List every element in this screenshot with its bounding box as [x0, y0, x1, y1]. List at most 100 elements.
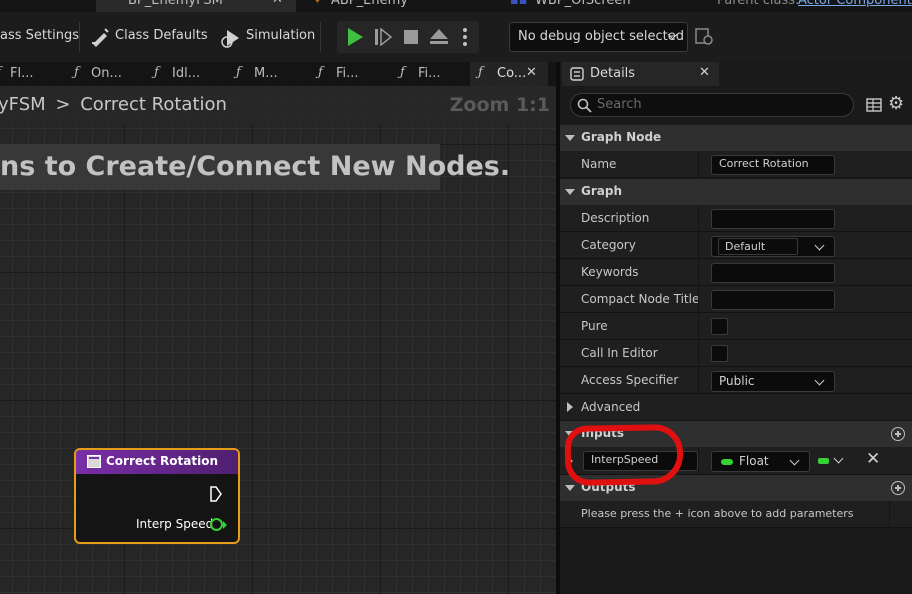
call-in-editor-label: Call In Editor: [581, 346, 658, 360]
class-settings-button[interactable]: ass Settings: [0, 28, 79, 43]
description-field[interactable]: [711, 209, 835, 229]
section-title: Graph Node: [581, 130, 662, 144]
graph-hint-banner: ns to Create/Connect New Nodes.: [0, 144, 510, 190]
row-outputs-hint: Please press the + icon above to add par…: [560, 501, 912, 528]
function-icon: ƒ: [154, 65, 159, 80]
row-name: Name Correct Rotation: [560, 151, 912, 178]
column-divider: [698, 447, 699, 474]
graph-tab[interactable]: ƒ M...: [232, 62, 304, 86]
function-icon: ƒ: [0, 65, 1, 80]
close-icon[interactable]: ✕: [526, 65, 537, 80]
search-input[interactable]: Search: [570, 93, 854, 117]
category-combo[interactable]: Default: [711, 236, 835, 257]
widget-blueprint-icon: ▪▪: [510, 0, 528, 8]
graph-tab[interactable]: ƒ Fl...: [0, 62, 60, 86]
remove-param-icon[interactable]: ✕: [866, 449, 880, 469]
row-compact-node-title: Compact Node Title: [560, 286, 912, 313]
parent-class-label: Parent class:: [717, 0, 800, 8]
float-type-icon: [721, 459, 733, 465]
call-in-editor-checkbox[interactable]: [711, 345, 728, 362]
graph-tab[interactable]: ƒ On...: [70, 62, 140, 86]
outputs-hint-text: Please press the + icon above to add par…: [581, 507, 854, 520]
column-divider: [889, 501, 890, 528]
chevron-down-icon: [814, 375, 825, 386]
pin-label: Interp Speed: [136, 517, 214, 531]
play-icon[interactable]: [345, 27, 365, 47]
function-icon: ƒ: [74, 65, 79, 80]
access-specifier-select[interactable]: Public: [711, 371, 835, 392]
row-description: Description: [560, 205, 912, 232]
close-icon[interactable]: ✕: [699, 65, 710, 80]
node-header: Correct Rotation: [76, 450, 238, 474]
zoom-label: Zoom 1:1: [449, 94, 550, 116]
collapse-arrow-icon: [565, 135, 575, 141]
graph-tab-label: Co...: [497, 66, 527, 81]
add-input-icon[interactable]: [891, 427, 905, 441]
tab-wbp-ofscreen[interactable]: WBP_OfScreen: [535, 0, 631, 8]
float-pin-icon[interactable]: [210, 518, 223, 531]
graph-tab-label: Fi...: [336, 66, 359, 81]
function-icon: ƒ: [478, 65, 483, 80]
breadcrumb-parent[interactable]: yFSM: [0, 94, 46, 115]
row-call-in-editor: Call In Editor: [560, 340, 912, 367]
graph-tab[interactable]: ƒ Fi...: [396, 62, 468, 86]
close-icon[interactable]: ✕: [272, 0, 283, 7]
node-title: Correct Rotation: [106, 454, 219, 468]
graph-tab-label: Fl...: [10, 66, 34, 81]
step-icon[interactable]: [374, 28, 392, 46]
graph-tab-correct-rotation[interactable]: ƒ Co... ✕: [470, 62, 548, 86]
category-value[interactable]: Default: [718, 238, 798, 255]
name-field[interactable]: Correct Rotation: [711, 155, 835, 175]
row-pure: Pure: [560, 313, 912, 340]
more-options-icon[interactable]: [462, 27, 468, 47]
compact-node-title-label: Compact Node Title: [581, 292, 700, 306]
graph-tab[interactable]: ƒ Fi...: [314, 62, 386, 86]
simulation-button[interactable]: Simulation: [246, 28, 315, 43]
add-output-icon[interactable]: [891, 481, 905, 495]
pin-arrow-icon: [223, 521, 227, 529]
description-label: Description: [581, 211, 650, 225]
breadcrumb-separator-icon: >: [55, 94, 71, 115]
chevron-down-icon[interactable]: [833, 453, 844, 464]
exec-pin-icon[interactable]: [210, 486, 222, 502]
graph-tab[interactable]: ƒ Idl...: [150, 62, 222, 86]
graph-editor[interactable]: yFSM > Correct Rotation Zoom 1:1 ns to C…: [0, 86, 556, 594]
keywords-label: Keywords: [581, 265, 639, 279]
stop-icon[interactable]: [403, 29, 419, 45]
details-tab[interactable]: Details ✕: [562, 62, 719, 86]
container-type-icon[interactable]: [818, 458, 829, 464]
column-divider: [698, 232, 699, 259]
document-tab-strip: BP_EnemyFSM* ✕ ✦ ABP_Enemy ▪▪ WBP_OfScre…: [0, 0, 912, 12]
pin-type-value: Float: [739, 454, 769, 468]
graph-tab-label: M...: [254, 66, 278, 81]
row-advanced[interactable]: Advanced: [560, 394, 912, 421]
class-defaults-icon: [92, 28, 109, 47]
section-graph[interactable]: Graph: [560, 179, 912, 205]
pure-checkbox[interactable]: [711, 318, 728, 335]
annotation-circle: [564, 423, 684, 487]
breadcrumb: yFSM > Correct Rotation: [0, 94, 227, 115]
settings-gear-icon[interactable]: ⚙: [888, 93, 904, 114]
graph-tab-bar: ƒ Fl... ƒ On... ƒ Idl... ƒ M... ƒ Fi... ƒ Fi..…: [0, 62, 556, 86]
function-icon: ƒ: [318, 65, 323, 80]
column-divider: [698, 367, 699, 394]
graph-header: yFSM > Correct Rotation Zoom 1:1: [0, 86, 556, 124]
play-controls: [337, 21, 479, 53]
section-graph-node[interactable]: Graph Node: [560, 125, 912, 151]
table-view-icon[interactable]: [866, 97, 882, 113]
tab-abp-enemy[interactable]: ABP_Enemy: [331, 0, 408, 8]
column-divider: [698, 313, 699, 340]
function-icon: ƒ: [400, 65, 405, 80]
function-entry-node[interactable]: Correct Rotation Interp Speed: [74, 448, 240, 544]
eject-icon[interactable]: [429, 28, 449, 46]
graph-tab-label: On...: [91, 66, 122, 81]
debug-object-select[interactable]: No debug object selected: [509, 22, 688, 52]
debug-browse-icon[interactable]: [694, 27, 714, 47]
compact-node-title-field[interactable]: [711, 290, 835, 310]
debug-select-value: No debug object selected: [518, 29, 685, 44]
parent-class-link[interactable]: Actor Component: [798, 0, 912, 8]
pin-type-select[interactable]: Float: [711, 451, 810, 472]
class-defaults-button[interactable]: Class Defaults: [115, 28, 208, 43]
chevron-down-icon: [789, 455, 800, 466]
keywords-field[interactable]: [711, 263, 835, 283]
